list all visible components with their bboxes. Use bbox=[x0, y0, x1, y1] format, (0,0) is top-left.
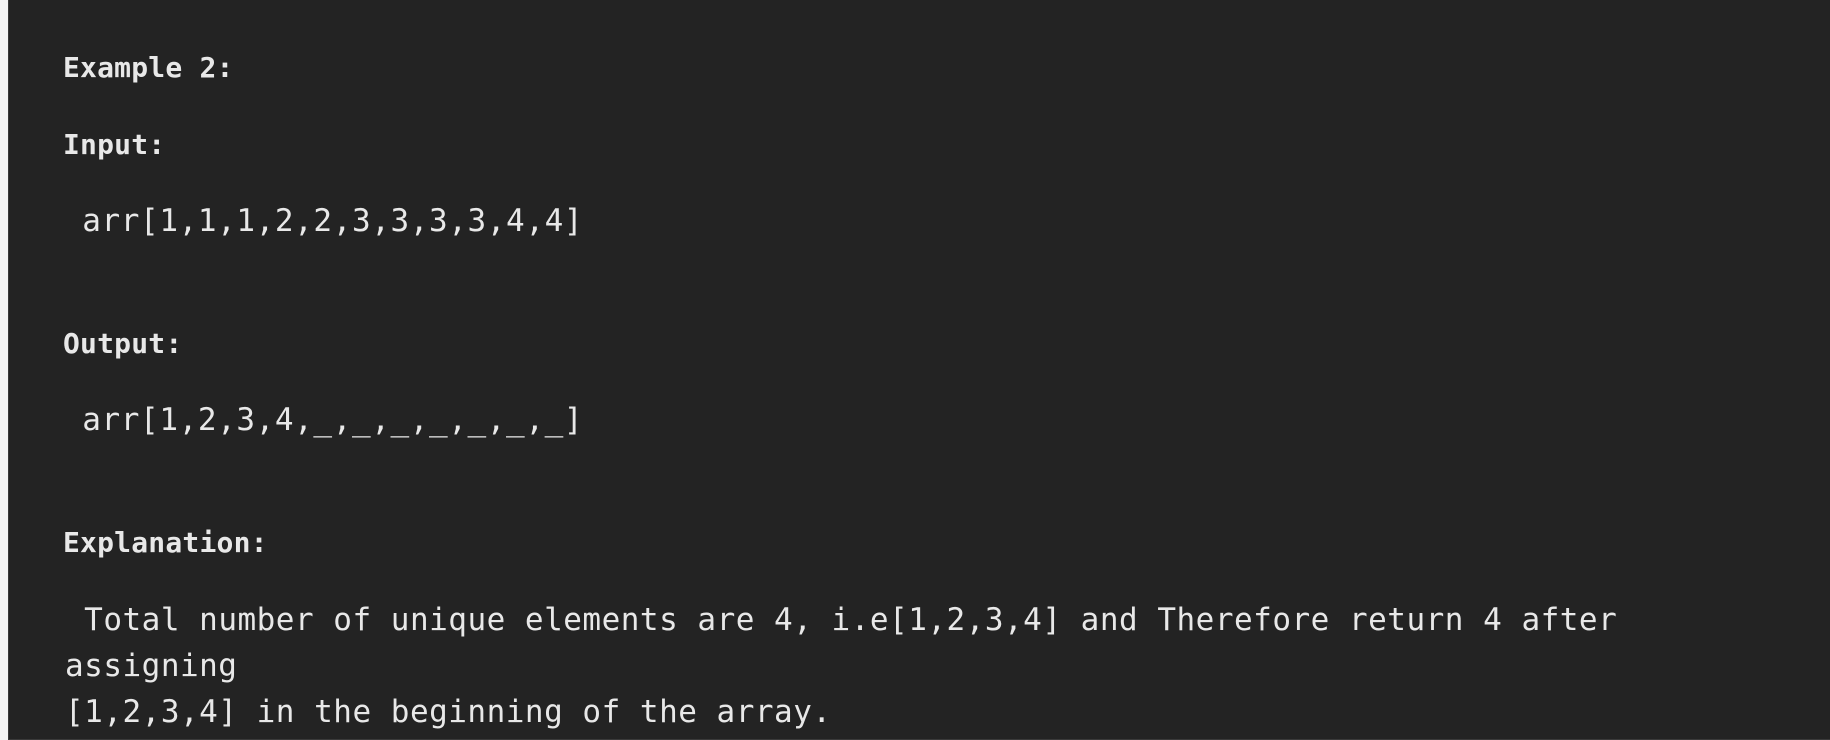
output-value: arr[1,2,3,4,_,_,_,_,_,_,_] bbox=[63, 402, 584, 438]
explanation-text: Total number of unique elements are 4, i… bbox=[65, 602, 1618, 730]
example-card: Example 2: Input: arr[1,1,1,2,2,3,3,3,3,… bbox=[8, 0, 1830, 740]
input-value: arr[1,1,1,2,2,3,3,3,3,4,4] bbox=[63, 203, 584, 239]
explanation-label: Explanation: bbox=[63, 526, 268, 559]
input-label: Input: bbox=[63, 128, 166, 161]
output-label: Output: bbox=[63, 327, 183, 360]
example-title: Example 2: bbox=[63, 51, 234, 84]
